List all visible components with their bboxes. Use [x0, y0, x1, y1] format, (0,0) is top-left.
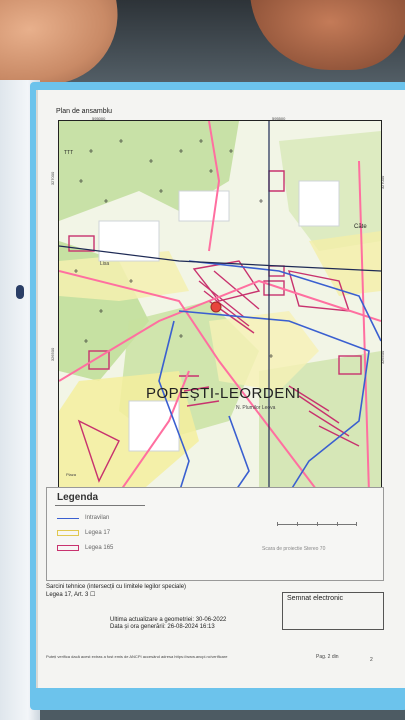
- signature-box: Semnat electronic: [282, 592, 384, 630]
- map-street-label: N. Plumilor Leova: [236, 405, 276, 411]
- legend-label: Intravilan: [85, 515, 110, 521]
- scale-bar: [277, 522, 357, 529]
- footer-note: Puteți verifica dacă acest extras a fost…: [46, 654, 228, 659]
- signature-label: Semnat electronic: [287, 595, 344, 602]
- map-road-label: Lisa: [100, 261, 110, 267]
- legend-divider: [55, 505, 145, 506]
- coord-left-lower: 326500: [50, 347, 56, 362]
- legend-label: Legea 17: [85, 530, 111, 536]
- legend-panel: Legenda Intravilan Legea 17 Legea 165 Sc…: [46, 487, 384, 581]
- legend-title: Legenda: [57, 492, 99, 503]
- page-heading: Plan de ansamblu: [56, 108, 113, 115]
- map-corner-label: Plaza: [66, 472, 77, 477]
- generated-date: Data și ora generării: 26-08-2024 16:13: [110, 624, 215, 630]
- legend-swatch-legea17: [57, 530, 79, 536]
- legend-item-legea17: Legea 17: [57, 529, 110, 537]
- legend-swatch-intravilan: [57, 517, 79, 519]
- legend-label: Legea 165: [85, 545, 114, 551]
- legend-swatch-legea165: [57, 545, 79, 551]
- map-label-top-left: TTT: [64, 150, 74, 156]
- technical-title: Sarcini tehnice (intersecții cu limitele…: [46, 584, 187, 590]
- legend-item-intravilan: Intravilan: [57, 514, 109, 522]
- technical-line-text: Legea 17, Art. 3: [46, 592, 89, 598]
- updated-date: Ultima actualizare a geometriei: 30-06-2…: [110, 617, 227, 623]
- technical-line: Legea 17, Art. 3 ☐: [46, 591, 95, 598]
- coord-left-upper: 327000: [50, 171, 56, 186]
- scale-caption: Scara de proiectie Stereo 70: [262, 546, 326, 552]
- binder-ring-icon: [16, 285, 24, 299]
- page-number: 2: [370, 657, 373, 663]
- page-indicator: Pag. 2 din: [316, 654, 339, 660]
- checkbox-icon: ☐: [90, 592, 96, 598]
- legend-item-legea165: Legea 165: [57, 544, 113, 552]
- map-label-top-right: Căte: [354, 224, 367, 230]
- cadastral-map: [58, 120, 382, 494]
- map-place-name: POPEȘTI-LEORDENI: [146, 385, 301, 402]
